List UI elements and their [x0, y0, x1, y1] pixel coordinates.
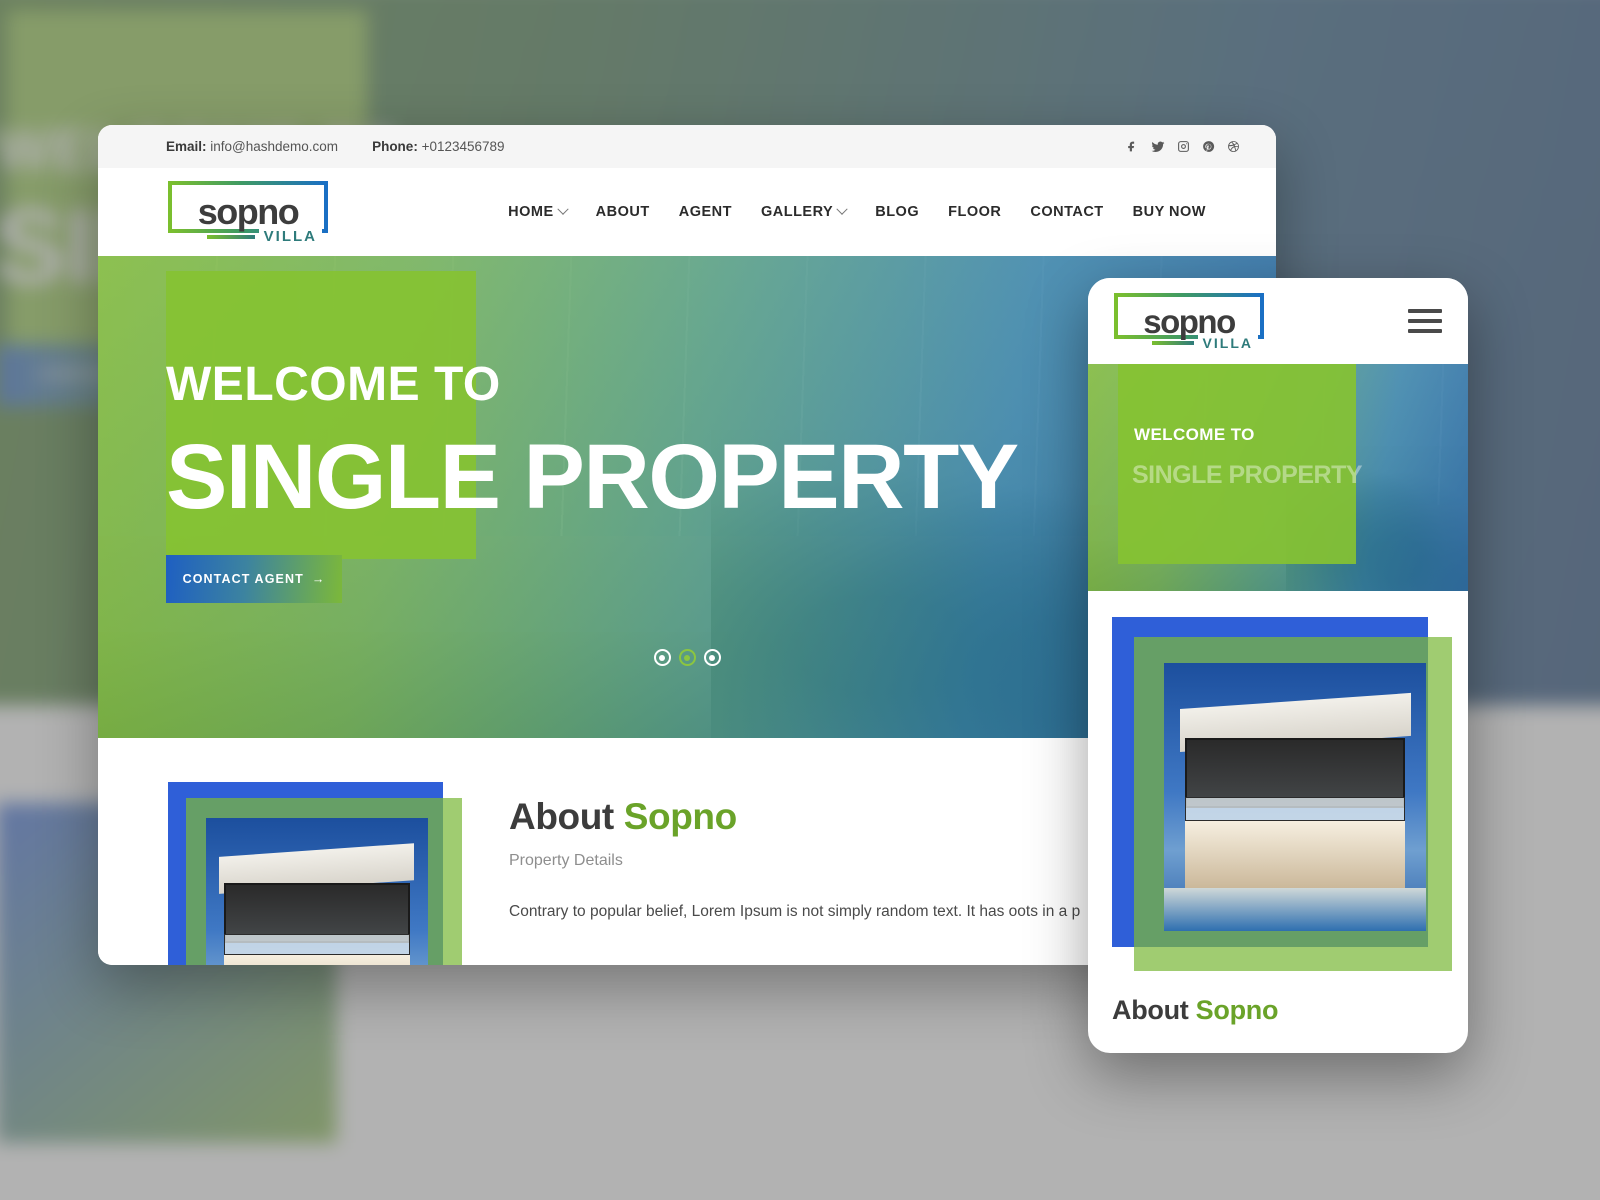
about-heading-prefix: About [509, 796, 624, 837]
hero-content: WELCOME TO SINGLE PROPERTY CONTACT AGENT… [166, 358, 1019, 603]
mobile-logo-subtitle: VILLA [1151, 335, 1258, 351]
dot-center [709, 654, 715, 661]
hero-eyebrow: WELCOME TO [166, 358, 501, 411]
photo-balcony-rail [223, 934, 411, 955]
mobile-site-logo[interactable]: sopno VILLA [1114, 293, 1264, 351]
nav-label: ABOUT [595, 204, 650, 220]
phone-info: Phone: +0123456789 [372, 139, 504, 154]
email-value[interactable]: info@hashdemo.com [210, 139, 338, 154]
arrow-right-icon: → [311, 572, 326, 586]
primary-navigation: HOME ABOUT AGENT GALLERY BLOG FLOOR CONT… [508, 203, 1206, 220]
mobile-about-heading-prefix: About [1112, 995, 1196, 1025]
email-label: Email: [166, 139, 207, 154]
nav-label: GALLERY [760, 204, 834, 220]
property-photo [206, 818, 428, 965]
burger-bar [1408, 309, 1442, 313]
mobile-about-image-figure [1112, 617, 1452, 973]
nav-item-agent[interactable]: AGENT [679, 204, 732, 220]
nav-label: BLOG [875, 204, 920, 220]
top-contact-bar: Email: info@hashdemo.com Phone: +0123456… [98, 125, 1276, 168]
contact-agent-label: CONTACT AGENT [182, 572, 304, 586]
nav-label: BUY NOW [1132, 204, 1206, 220]
nav-label: HOME [508, 204, 554, 220]
nav-item-floor[interactable]: FLOOR [948, 204, 1001, 220]
social-links [1126, 140, 1240, 154]
facebook-icon[interactable] [1126, 140, 1139, 153]
nav-label: AGENT [678, 204, 732, 220]
photo-lower-floor [223, 954, 411, 965]
hamburger-icon[interactable] [1408, 303, 1442, 339]
nav-item-contact[interactable]: CONTACT [1030, 204, 1103, 220]
instagram-icon[interactable] [1177, 140, 1190, 153]
contact-agent-button[interactable]: CONTACT AGENT → [166, 555, 342, 603]
email-info: Email: info@hashdemo.com [166, 139, 338, 154]
phone-label: Phone: [372, 139, 418, 154]
mobile-about-section: About Sopno [1088, 591, 1468, 1026]
nav-label: FLOOR [948, 204, 1002, 220]
slider-dot-1[interactable] [653, 649, 671, 666]
dot-center [659, 654, 665, 661]
nav-item-about[interactable]: ABOUT [596, 204, 650, 220]
nav-item-buy-now[interactable]: BUY NOW [1133, 204, 1206, 220]
chevron-down-icon [556, 203, 569, 215]
about-heading-accent: Sopno [623, 796, 737, 837]
slider-dot-2[interactable] [678, 649, 696, 666]
dribbble-icon[interactable] [1227, 140, 1240, 153]
main-navbar: sopno VILLA HOME ABOUT AGENT GALLERY BLO… [98, 168, 1276, 256]
burger-bar [1408, 319, 1442, 323]
about-image-figure [168, 782, 463, 965]
mobile-hero-slider: WELCOME TO SINGLE PROPERTY [1088, 364, 1468, 591]
logo-subtitle: VILLA [206, 228, 322, 245]
burger-bar [1408, 329, 1442, 333]
nav-item-home[interactable]: HOME [508, 203, 569, 220]
photo-pool [1164, 888, 1426, 931]
mobile-about-heading: About Sopno [1112, 995, 1444, 1026]
logo-wordmark: sopno [197, 191, 300, 232]
twitter-icon[interactable] [1151, 140, 1165, 154]
dot-center [684, 654, 690, 661]
mobile-header: sopno VILLA [1088, 278, 1468, 364]
chevron-down-icon [836, 203, 848, 215]
photo-balcony-rail [1184, 797, 1406, 822]
mobile-logo-wordmark: sopno [1143, 302, 1236, 340]
mobile-about-heading-accent: Sopno [1195, 995, 1279, 1025]
site-logo[interactable]: sopno VILLA [168, 181, 328, 245]
nav-label: CONTACT [1030, 204, 1104, 220]
mobile-hero-headline: SINGLE PROPERTY [1132, 461, 1363, 489]
hero-headline: SINGLE PROPERTY [166, 426, 1019, 528]
nav-item-gallery[interactable]: GALLERY [760, 203, 848, 220]
photo-lower-floor [1184, 821, 1406, 889]
mobile-property-photo [1164, 663, 1426, 931]
nav-item-blog[interactable]: BLOG [875, 204, 919, 220]
mobile-hero-eyebrow: WELCOME TO [1134, 425, 1255, 444]
mobile-preview-card: sopno VILLA WELCOME TO SINGLE PROPERTY A… [1088, 278, 1468, 1053]
slider-dot-3[interactable] [703, 649, 721, 666]
pinterest-icon[interactable] [1202, 140, 1215, 153]
phone-value[interactable]: +0123456789 [422, 139, 505, 154]
